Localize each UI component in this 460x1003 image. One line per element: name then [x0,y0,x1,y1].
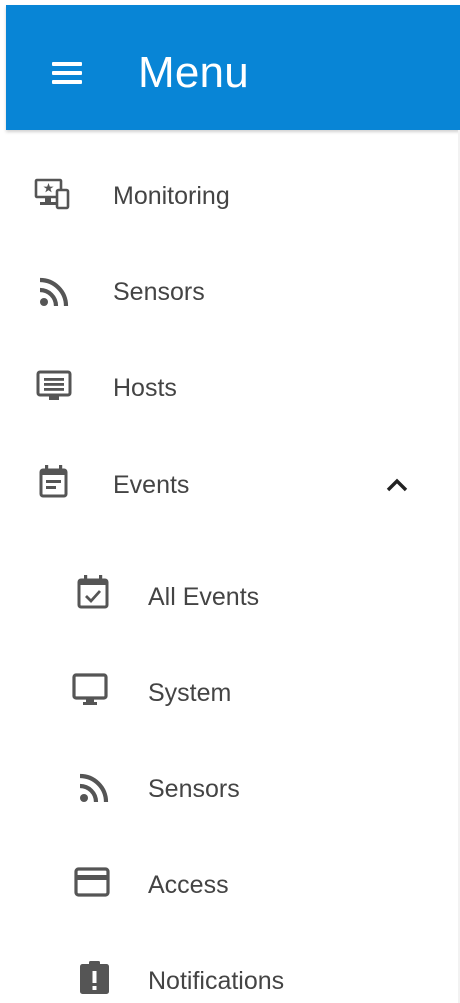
menu-item-label: Sensors [113,278,205,306]
menu-item-events[interactable]: Events [0,434,460,530]
submenu-item-label: All Events [148,583,260,611]
menu-item-hosts[interactable]: Hosts [0,338,460,434]
host-monitor-icon [36,368,72,404]
submenu-item-system[interactable]: System [0,642,460,738]
rss-feed-icon [36,274,72,310]
submenu-item-label: Access [148,871,229,899]
hamburger-menu-icon[interactable] [47,58,91,88]
event-note-icon [38,464,74,500]
desktop-monitor-icon [72,672,108,708]
credit-card-icon [74,864,110,900]
menu-item-label: Hosts [113,374,177,402]
chevron-up-icon[interactable] [380,468,414,502]
monitoring-devices-icon [34,176,70,212]
menu-item-monitoring[interactable]: Monitoring [0,146,460,242]
submenu-item-label: Notifications [148,967,285,995]
event-available-icon [76,574,112,610]
page-title: Menu [138,48,249,97]
submenu-item-label: Sensors [148,775,240,803]
menu-item-sensors[interactable]: Sensors [0,242,460,338]
submenu-item-all-events[interactable]: All Events [0,546,460,642]
clipboard-alert-icon [77,960,113,996]
menu-item-label: Monitoring [113,182,230,210]
submenu-item-access[interactable]: Access [0,834,460,930]
submenu-item-notifications[interactable]: Notifications [0,930,460,1003]
menu-item-label: Events [113,471,190,499]
submenu-item-sensors[interactable]: Sensors [0,738,460,834]
rss-feed-icon [76,770,112,806]
submenu-item-label: System [148,679,232,707]
app-header: Menu [6,5,460,130]
